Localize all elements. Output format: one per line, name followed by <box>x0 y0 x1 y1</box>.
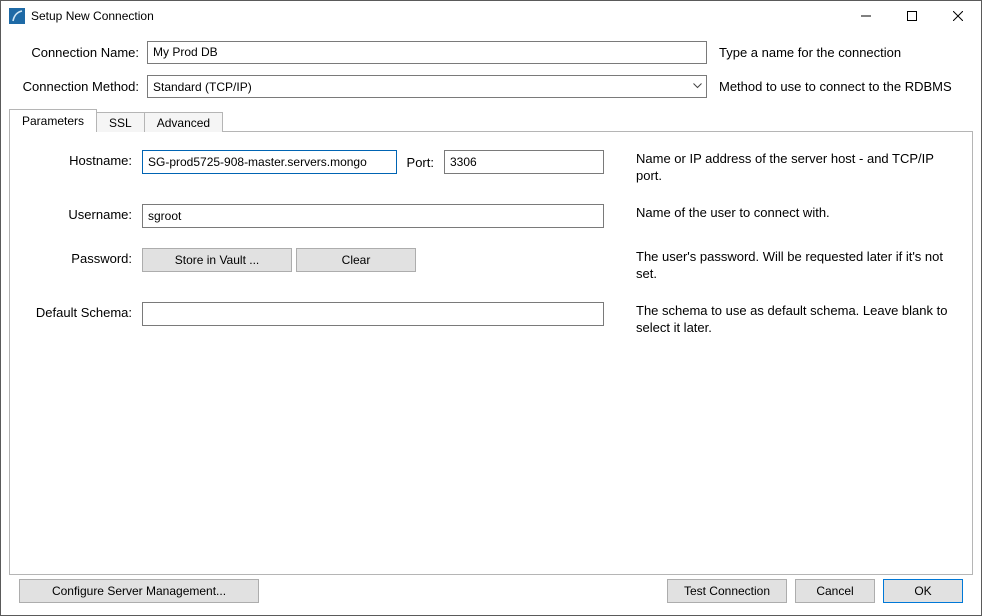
cancel-button[interactable]: Cancel <box>795 579 875 603</box>
password-hint: The user's password. Will be requested l… <box>604 248 960 282</box>
configure-server-management-button[interactable]: Configure Server Management... <box>19 579 259 603</box>
tabstrip: Parameters SSL Advanced <box>9 109 973 131</box>
connection-name-label: Connection Name: <box>9 45 147 60</box>
hostname-label: Hostname: <box>22 150 142 168</box>
hostname-hint: Name or IP address of the server host - … <box>604 150 960 184</box>
test-connection-button[interactable]: Test Connection <box>667 579 787 603</box>
row-password: Password: Store in Vault ... Clear The u… <box>22 248 960 282</box>
store-in-vault-button[interactable]: Store in Vault ... <box>142 248 292 272</box>
chevron-down-icon <box>688 76 706 97</box>
hostname-input[interactable] <box>142 150 397 174</box>
connection-name-input[interactable] <box>147 41 707 64</box>
footer: Configure Server Management... Test Conn… <box>9 575 973 615</box>
connection-method-hint: Method to use to connect to the RDBMS <box>707 79 973 94</box>
clear-password-button[interactable]: Clear <box>296 248 416 272</box>
username-hint: Name of the user to connect with. <box>604 204 960 221</box>
connection-method-label: Connection Method: <box>9 79 147 94</box>
connection-method-value: Standard (TCP/IP) <box>147 75 707 98</box>
tab-advanced[interactable]: Advanced <box>145 112 223 132</box>
close-button[interactable] <box>935 1 981 31</box>
app-icon <box>9 8 25 24</box>
default-schema-input[interactable] <box>142 302 604 326</box>
port-label: Port: <box>407 155 434 170</box>
window-title: Setup New Connection <box>31 9 843 23</box>
connection-name-hint: Type a name for the connection <box>707 45 973 60</box>
tab-parameters[interactable]: Parameters <box>9 109 97 131</box>
row-default-schema: Default Schema: The schema to use as def… <box>22 302 960 336</box>
client-area: Connection Name: Type a name for the con… <box>1 31 981 615</box>
ok-button[interactable]: OK <box>883 579 963 603</box>
tabpanel-parameters: Hostname: Port: Name or IP address of th… <box>9 131 973 575</box>
titlebar: Setup New Connection <box>1 1 981 31</box>
tabs-container: Parameters SSL Advanced Hostname: Port: … <box>9 109 973 575</box>
password-label: Password: <box>22 248 142 266</box>
port-input[interactable] <box>444 150 604 174</box>
minimize-button[interactable] <box>843 1 889 31</box>
maximize-button[interactable] <box>889 1 935 31</box>
row-connection-name: Connection Name: Type a name for the con… <box>9 35 973 69</box>
row-username: Username: Name of the user to connect wi… <box>22 204 960 228</box>
username-input[interactable] <box>142 204 604 228</box>
tab-ssl[interactable]: SSL <box>97 112 145 132</box>
setup-connection-window: Setup New Connection Connection Name: Ty… <box>0 0 982 616</box>
username-label: Username: <box>22 204 142 222</box>
default-schema-label: Default Schema: <box>22 302 142 320</box>
row-hostname: Hostname: Port: Name or IP address of th… <box>22 150 960 184</box>
row-connection-method: Connection Method: Standard (TCP/IP) Met… <box>9 69 973 103</box>
connection-method-select[interactable]: Standard (TCP/IP) <box>147 75 707 98</box>
default-schema-hint: The schema to use as default schema. Lea… <box>604 302 960 336</box>
